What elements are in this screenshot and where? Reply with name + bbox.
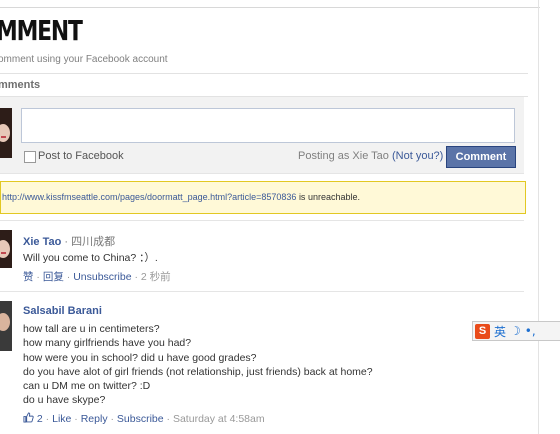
ime-toolbar[interactable]: S 英 ☽ •, (472, 321, 560, 341)
comment-author[interactable]: Xie Tao (23, 236, 61, 248)
comment-text: Will you come to China? ：）. (23, 252, 158, 264)
comment-line: how many girlfriends have you had? (23, 337, 192, 350)
comment-location: 四川成都 (71, 236, 116, 248)
comment-timestamp[interactable]: 2 秒前 (141, 271, 171, 283)
comment-line: can u DM me on twitter? :D (23, 380, 151, 393)
page-title: MMENT (0, 14, 83, 47)
section-divider (0, 73, 528, 74)
posting-as: Posting as Xie Tao (Not you?) (298, 150, 443, 162)
comment-line: do u have skype? (23, 394, 106, 407)
comment-actions: 2 · Like · Reply · Subscribe · Saturday … (23, 412, 265, 425)
right-divider (538, 0, 539, 434)
warning-message: http://www.kissfmseattle.com/pages/doorm… (2, 192, 360, 202)
reply-link[interactable]: 回复 (43, 271, 64, 283)
comments-heading: mments (0, 79, 41, 91)
warning-text: is unreachable. (298, 192, 360, 202)
subscribe-link[interactable]: Subscribe (117, 413, 164, 425)
commenter-avatar[interactable] (0, 230, 12, 268)
commenter-avatar[interactable] (0, 301, 12, 351)
comment-location-sep: · (64, 236, 69, 248)
like-link[interactable]: 赞 (23, 271, 34, 283)
comment-input[interactable] (21, 108, 515, 143)
page-subtitle: omment using your Facebook account (0, 54, 168, 65)
ime-language-toggle[interactable]: 英 (494, 323, 506, 340)
posting-as-text: Posting as Xie Tao (298, 150, 389, 162)
comment-body: how tall are u in centimeters? how many … (23, 322, 373, 408)
comment-divider (0, 291, 524, 292)
not-you-link[interactable]: (Not you?) (392, 150, 443, 162)
punctuation-icon[interactable]: •, (525, 324, 536, 338)
reply-link[interactable]: Reply (81, 413, 108, 425)
comment-line: how were you in school? did u have good … (23, 351, 257, 364)
comment-header: Xie Tao · 四川成都 (23, 233, 115, 249)
post-to-facebook-checkbox[interactable] (24, 151, 36, 163)
like-link[interactable]: Like (52, 413, 71, 425)
unsubscribe-link[interactable]: Unsubscribe (73, 271, 131, 283)
comment-author[interactable]: Salsabil Barani (23, 305, 102, 317)
comment-line: do you have alot of girl friends (not re… (23, 365, 373, 378)
top-divider (0, 7, 540, 8)
post-to-facebook-label[interactable]: Post to Facebook (38, 150, 124, 162)
thumbs-up-icon[interactable] (23, 412, 34, 423)
comment-line: how tall are u in centimeters? (23, 323, 160, 335)
moon-icon[interactable]: ☽ (510, 324, 521, 338)
comment-timestamp[interactable]: Saturday at 4:58am (173, 413, 265, 425)
comment-divider (0, 220, 524, 221)
comment-button[interactable]: Comment (446, 146, 516, 168)
sogou-logo-icon[interactable]: S (475, 323, 490, 339)
composer-avatar (0, 108, 12, 158)
comment-actions: 赞 · 回复 · Unsubscribe · 2 秒前 (23, 271, 171, 283)
warning-url-link[interactable]: http://www.kissfmseattle.com/pages/doorm… (2, 192, 296, 202)
